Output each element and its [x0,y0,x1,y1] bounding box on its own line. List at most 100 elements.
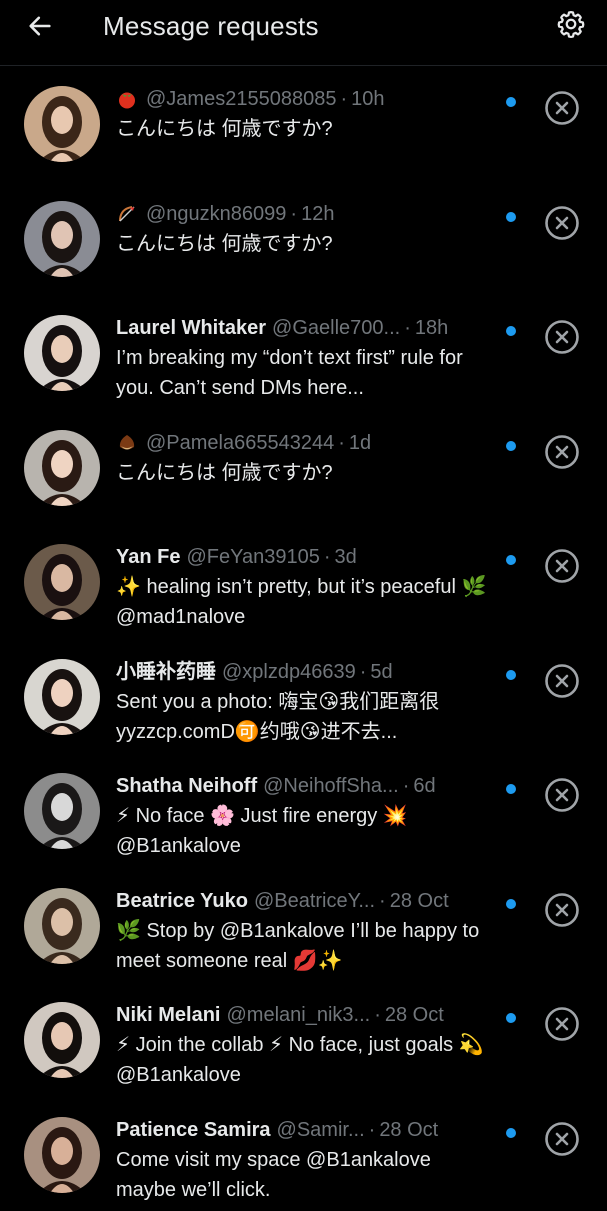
message-request-row[interactable]: Patience Samira@Samir...·28 OctCome visi… [0,1097,607,1211]
unread-indicator [506,326,516,336]
tomato-emoji-icon [116,88,138,110]
request-content: Laurel Whitaker@Gaelle700...·18hI’m brea… [116,313,496,403]
avatar[interactable] [24,888,100,964]
page-title: Message requests [103,8,319,44]
request-meta: Laurel Whitaker@Gaelle700...·18h [116,313,496,343]
back-button[interactable] [22,8,58,44]
avatar[interactable] [24,1002,100,1078]
avatar[interactable] [24,659,100,735]
message-preview: ✨ healing isn’t pretty, but it’s peacefu… [116,572,496,632]
dismiss-request-button[interactable] [544,548,580,584]
sender-name: Niki Melani [116,1000,220,1030]
request-meta: @Pamela665543244·1d [116,428,496,458]
sender-handle: @Samir... [277,1115,365,1145]
settings-button[interactable] [553,6,589,42]
timestamp: 28 Oct [390,886,449,916]
unread-indicator [506,1128,516,1138]
dismiss-request-button[interactable] [544,663,580,699]
message-request-row[interactable]: Laurel Whitaker@Gaelle700...·18hI’m brea… [0,295,607,410]
sender-name: 小睡补药睡 [116,657,216,687]
message-preview: こんにちは 何歳ですか? [116,114,496,144]
dismiss-request-button[interactable] [544,1121,580,1157]
separator-dot: · [360,657,367,687]
message-request-row[interactable]: Beatrice Yuko@BeatriceY...·28 Oct🌿 Stop … [0,868,607,983]
message-preview: 🌿 Stop by @B1ankalove I’ll be happy to m… [116,916,496,976]
timestamp: 18h [415,313,448,343]
close-circle-icon [544,1121,580,1157]
request-meta: 小睡补药睡@xplzdp46639·5d [116,657,496,687]
sender-handle: @BeatriceY... [254,886,375,916]
avatar[interactable] [24,773,100,849]
dismiss-request-button[interactable] [544,892,580,928]
unread-indicator [506,212,516,222]
sender-handle: @James2155088085 [146,84,336,114]
close-circle-icon [544,205,580,241]
dismiss-request-button[interactable] [544,434,580,470]
unread-indicator [506,97,516,107]
message-request-list: @James2155088085·10hこんにちは 何歳ですか?@nguzkn8… [0,66,607,1211]
message-request-row[interactable]: @James2155088085·10hこんにちは 何歳ですか? [0,66,607,181]
separator-dot: · [290,199,297,229]
avatar[interactable] [24,544,100,620]
sender-name: Patience Samira [116,1115,271,1145]
dismiss-request-button[interactable] [544,205,580,241]
request-meta: @nguzkn86099·12h [116,199,496,229]
dismiss-request-button[interactable] [544,319,580,355]
avatar[interactable] [24,1117,100,1193]
sender-handle: @Pamela665543244 [146,428,334,458]
sender-name: Laurel Whitaker [116,313,266,343]
close-circle-icon [544,777,580,813]
message-request-row[interactable]: @Pamela665543244·1dこんにちは 何歳ですか? [0,410,607,525]
close-circle-icon [544,319,580,355]
request-content: @nguzkn86099·12hこんにちは 何歳ですか? [116,199,496,259]
request-content: Yan Fe@FeYan39105·3d✨ healing isn’t pret… [116,542,496,632]
message-request-row[interactable]: 小睡补药睡@xplzdp46639·5dSent you a photo: 嗨宝… [0,639,607,754]
request-content: Patience Samira@Samir...·28 OctCome visi… [116,1115,496,1205]
unread-indicator [506,1013,516,1023]
unread-indicator [506,899,516,909]
sender-name: Beatrice Yuko [116,886,248,916]
timestamp: 10h [351,84,384,114]
sender-handle: @Gaelle700... [272,313,400,343]
message-request-row[interactable]: Yan Fe@FeYan39105·3d✨ healing isn’t pret… [0,524,607,639]
request-content: @James2155088085·10hこんにちは 何歳ですか? [116,84,496,144]
dismiss-request-button[interactable] [544,777,580,813]
unread-indicator [506,670,516,680]
request-content: Beatrice Yuko@BeatriceY...·28 Oct🌿 Stop … [116,886,496,976]
message-preview: こんにちは 何歳ですか? [116,229,496,259]
request-content: 小睡补药睡@xplzdp46639·5dSent you a photo: 嗨宝… [116,657,496,747]
separator-dot: · [374,1000,381,1030]
sender-handle: @FeYan39105 [186,542,319,572]
chestnut-emoji-icon [116,432,138,454]
dismiss-request-button[interactable] [544,90,580,126]
avatar[interactable] [24,86,100,162]
close-circle-icon [544,663,580,699]
timestamp: 5d [370,657,392,687]
timestamp: 6d [413,771,435,801]
message-preview: ⚡ No face 🌸 Just fire energy 💥 @B1ankalo… [116,801,496,861]
request-meta: @James2155088085·10h [116,84,496,114]
close-circle-icon [544,548,580,584]
timestamp: 12h [301,199,334,229]
separator-dot: · [340,84,347,114]
dismiss-request-button[interactable] [544,1006,580,1042]
message-preview: Sent you a photo: 嗨宝😘我们距离很yyzzcp.comD🉑约哦… [116,687,496,747]
separator-dot: · [379,886,386,916]
message-request-row[interactable]: Niki Melani@melani_nik3...·28 Oct⚡ Join … [0,982,607,1097]
request-meta: Patience Samira@Samir...·28 Oct [116,1115,496,1145]
unread-indicator [506,441,516,451]
message-request-row[interactable]: @nguzkn86099·12hこんにちは 何歳ですか? [0,181,607,296]
request-meta: Niki Melani@melani_nik3...·28 Oct [116,1000,496,1030]
top-bar: Message requests [0,0,607,66]
unread-indicator [506,784,516,794]
message-request-row[interactable]: Shatha Neihoff@NeihoffSha...·6d⚡ No face… [0,753,607,868]
gear-icon [556,9,586,39]
avatar[interactable] [24,430,100,506]
close-circle-icon [544,434,580,470]
separator-dot: · [338,428,345,458]
separator-dot: · [324,542,331,572]
avatar[interactable] [24,315,100,391]
avatar[interactable] [24,201,100,277]
arrow-left-icon [26,12,54,40]
message-preview: I’m breaking my “don’t text first” rule … [116,343,496,403]
